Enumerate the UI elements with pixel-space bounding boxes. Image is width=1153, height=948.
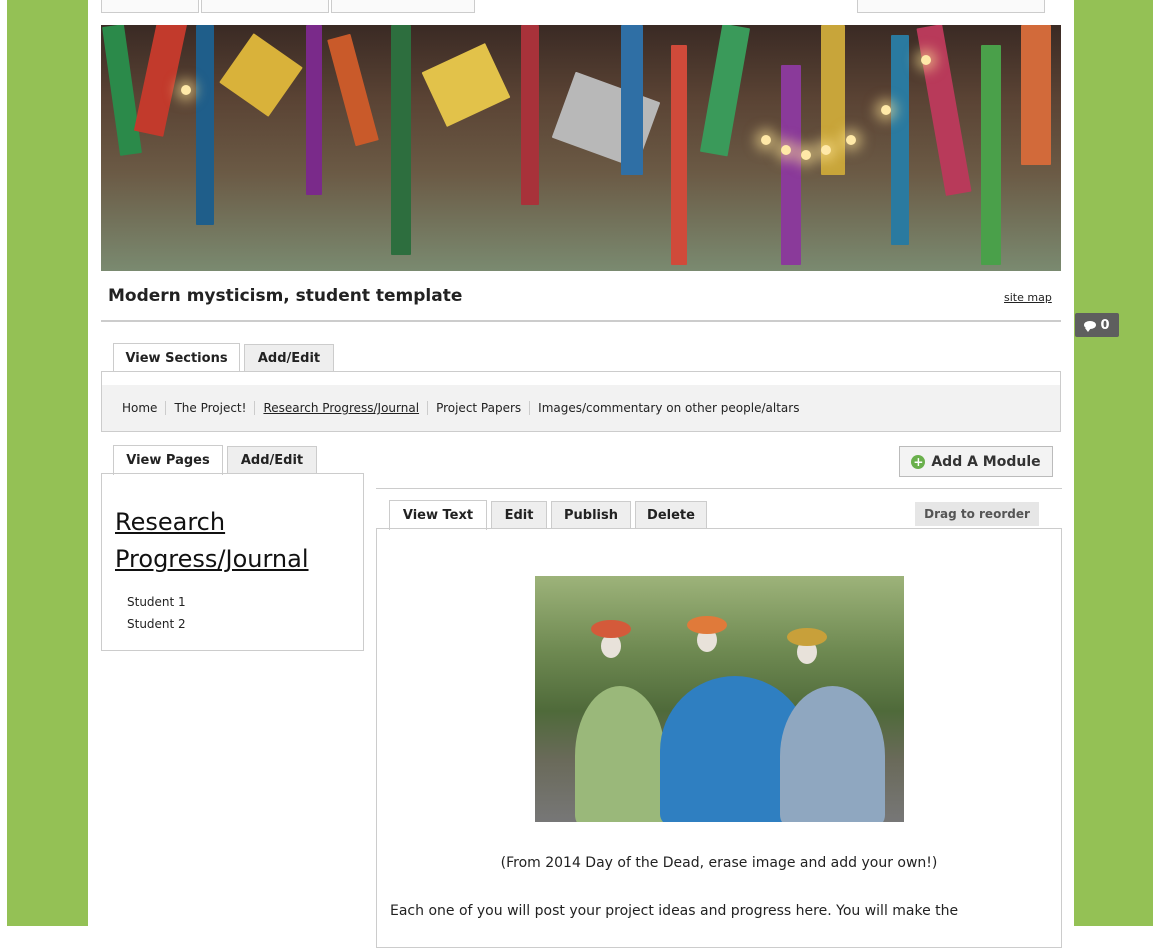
tab-add-edit-pages[interactable]: Add/Edit [227,446,317,474]
comment-count-badge[interactable]: 0 [1075,313,1119,337]
top-tab-stub[interactable] [201,0,329,13]
add-module-button[interactable]: + Add A Module [899,446,1053,477]
drag-to-reorder-handle[interactable]: Drag to reorder [915,502,1039,526]
tab-view-pages[interactable]: View Pages [113,445,223,475]
tab-edit[interactable]: Edit [491,501,547,529]
tab-view-sections[interactable]: View Sections [113,343,240,373]
tab-delete[interactable]: Delete [635,501,707,529]
section-link-papers[interactable]: Project Papers [427,401,529,415]
page-heading-line2: Progress/Journal [115,545,309,573]
top-tab-stub[interactable] [857,0,1045,13]
section-nav: Home The Project! Research Progress/Jour… [101,371,1061,432]
site-title: Modern mysticism, student template [108,286,463,306]
page-heading-link[interactable]: Research Progress/Journal [115,504,309,578]
subpage-link[interactable]: Student 1 [127,595,186,609]
page-heading-line1: Research [115,508,226,536]
section-link-images[interactable]: Images/commentary on other people/altars [529,401,807,415]
divider [376,488,1062,489]
site-map-link[interactable]: site map [1004,291,1052,304]
subpage-link[interactable]: Student 2 [127,617,186,631]
section-link-home[interactable]: Home [122,401,165,415]
left-frame [7,0,88,926]
add-module-label: Add A Module [931,453,1041,470]
image-caption: (From 2014 Day of the Dead, erase image … [500,855,938,871]
tab-add-edit-sections[interactable]: Add/Edit [244,344,334,372]
plus-circle-icon: + [911,454,926,469]
section-link-research[interactable]: Research Progress/Journal [254,401,427,415]
header-banner-image [101,25,1061,271]
pages-panel: Research Progress/Journal Student 1 Stud… [101,473,364,651]
right-frame [1074,0,1153,926]
top-tab-stub[interactable] [331,0,475,13]
top-tab-stub[interactable] [101,0,199,13]
speech-bubble-icon [1084,321,1097,332]
content-image [535,576,904,822]
module-body-text: Each one of you will post your project i… [390,903,959,919]
tab-view-text[interactable]: View Text [389,500,487,530]
section-link-project[interactable]: The Project! [165,401,254,415]
tab-publish[interactable]: Publish [551,501,631,529]
comment-count: 0 [1100,317,1110,333]
divider [101,320,1061,322]
